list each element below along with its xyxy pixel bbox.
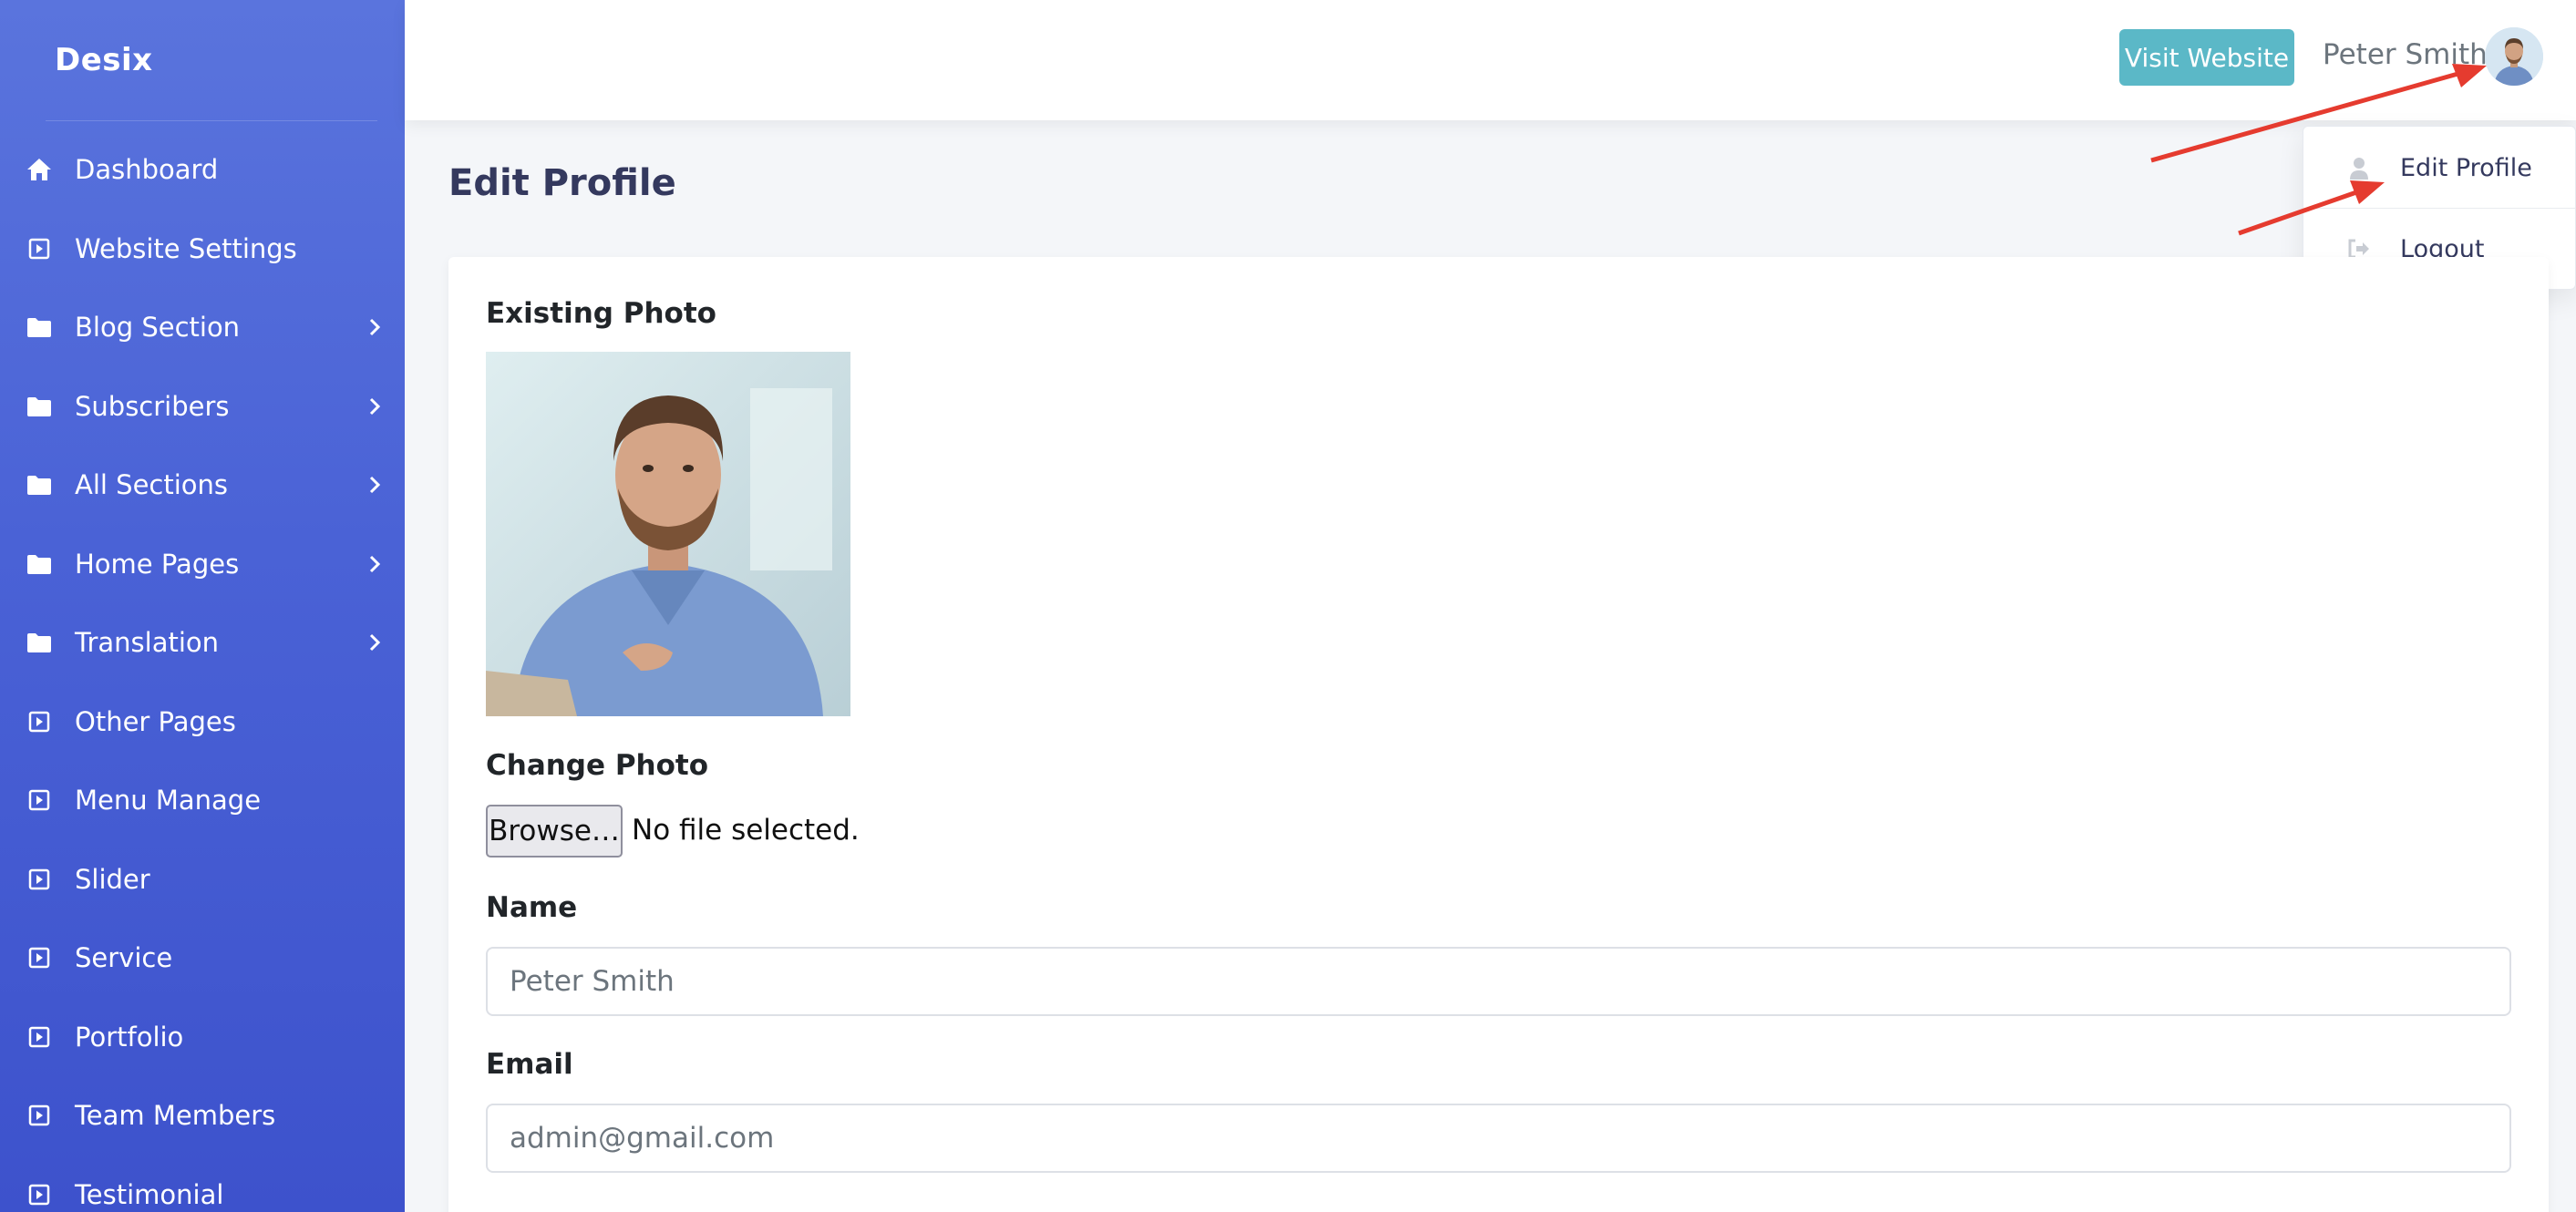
sidebar-item-menu-manage[interactable]: Menu Manage <box>0 761 405 840</box>
sidebar-item-label: Website Settings <box>75 232 297 264</box>
sidebar-item-service[interactable]: Service <box>0 919 405 998</box>
square-arrow-icon <box>26 944 53 971</box>
sidebar-item-dashboard[interactable]: Dashboard <box>0 130 405 210</box>
sidebar-item-team-members[interactable]: Team Members <box>0 1076 405 1156</box>
dropdown-item-label: Edit Profile <box>2400 154 2532 182</box>
sidebar-item-label: Team Members <box>75 1100 276 1132</box>
sidebar-menu: Dashboard Website Settings Blog Section … <box>0 121 405 1212</box>
square-arrow-icon <box>26 235 53 262</box>
sidebar-item-translation[interactable]: Translation <box>0 603 405 683</box>
sidebar-item-label: Service <box>75 942 173 974</box>
sidebar-item-label: Other Pages <box>75 705 236 737</box>
brand-logo[interactable]: Desix <box>0 0 405 120</box>
square-arrow-icon <box>26 1102 53 1129</box>
chevron-right-icon <box>365 317 385 337</box>
user-icon <box>2347 157 2371 180</box>
dropdown-item-edit-profile[interactable]: Edit Profile <box>2303 128 2576 209</box>
sidebar-item-label: Menu Manage <box>75 785 262 817</box>
home-icon <box>26 156 53 183</box>
folder-icon <box>26 313 53 341</box>
sidebar-item-label: All Sections <box>75 469 229 501</box>
chevron-right-icon <box>365 632 385 652</box>
sidebar-item-website-settings[interactable]: Website Settings <box>0 210 405 289</box>
user-name-toggle[interactable]: Peter Smith <box>2323 38 2488 71</box>
folder-icon <box>26 471 53 498</box>
square-arrow-icon <box>26 866 53 893</box>
folder-icon <box>26 629 53 656</box>
browse-file-button[interactable]: Browse… <box>486 805 623 858</box>
existing-photo-label: Existing Photo <box>486 297 716 330</box>
square-arrow-icon <box>26 708 53 735</box>
sidebar-item-home-pages[interactable]: Home Pages <box>0 525 405 604</box>
sidebar-item-label: Portfolio <box>75 1021 184 1053</box>
sidebar-item-slider[interactable]: Slider <box>0 840 405 919</box>
square-arrow-icon <box>26 1023 53 1051</box>
email-input[interactable]: admin@gmail.com <box>486 1104 2511 1173</box>
chevron-right-icon <box>365 554 385 574</box>
sidebar-item-portfolio[interactable]: Portfolio <box>0 998 405 1077</box>
sidebar-item-blog-section[interactable]: Blog Section <box>0 288 405 367</box>
sidebar-item-label: Dashboard <box>75 154 219 186</box>
square-arrow-icon <box>26 1181 53 1208</box>
visit-website-button[interactable]: Visit Website <box>2119 29 2294 86</box>
sidebar-item-subscribers[interactable]: Subscribers <box>0 367 405 447</box>
page-title: Edit Profile <box>448 162 676 204</box>
sidebar-item-label: Blog Section <box>75 312 241 344</box>
sidebar: Desix Dashboard Website Settings Blog Se… <box>0 0 405 1212</box>
sidebar-item-label: Testimonial <box>75 1178 224 1210</box>
name-label: Name <box>486 891 578 924</box>
sidebar-item-label: Slider <box>75 863 150 895</box>
sidebar-item-other-pages[interactable]: Other Pages <box>0 683 405 762</box>
chevron-right-icon <box>365 475 385 495</box>
sidebar-item-label: Home Pages <box>75 548 240 580</box>
file-status-text: No file selected. <box>632 814 860 847</box>
square-arrow-icon <box>26 786 53 814</box>
folder-icon <box>26 550 53 578</box>
folder-icon <box>26 393 53 420</box>
email-label: Email <box>486 1048 573 1081</box>
sidebar-item-label: Translation <box>75 627 220 659</box>
name-input[interactable]: Peter Smith <box>486 947 2511 1016</box>
sidebar-item-label: Subscribers <box>75 390 230 422</box>
chevron-right-icon <box>365 396 385 416</box>
change-photo-label: Change Photo <box>486 749 709 782</box>
sidebar-item-all-sections[interactable]: All Sections <box>0 446 405 525</box>
existing-photo-image <box>486 352 850 716</box>
avatar[interactable] <box>2485 27 2543 86</box>
sidebar-item-testimonial[interactable]: Testimonial <box>0 1156 405 1212</box>
